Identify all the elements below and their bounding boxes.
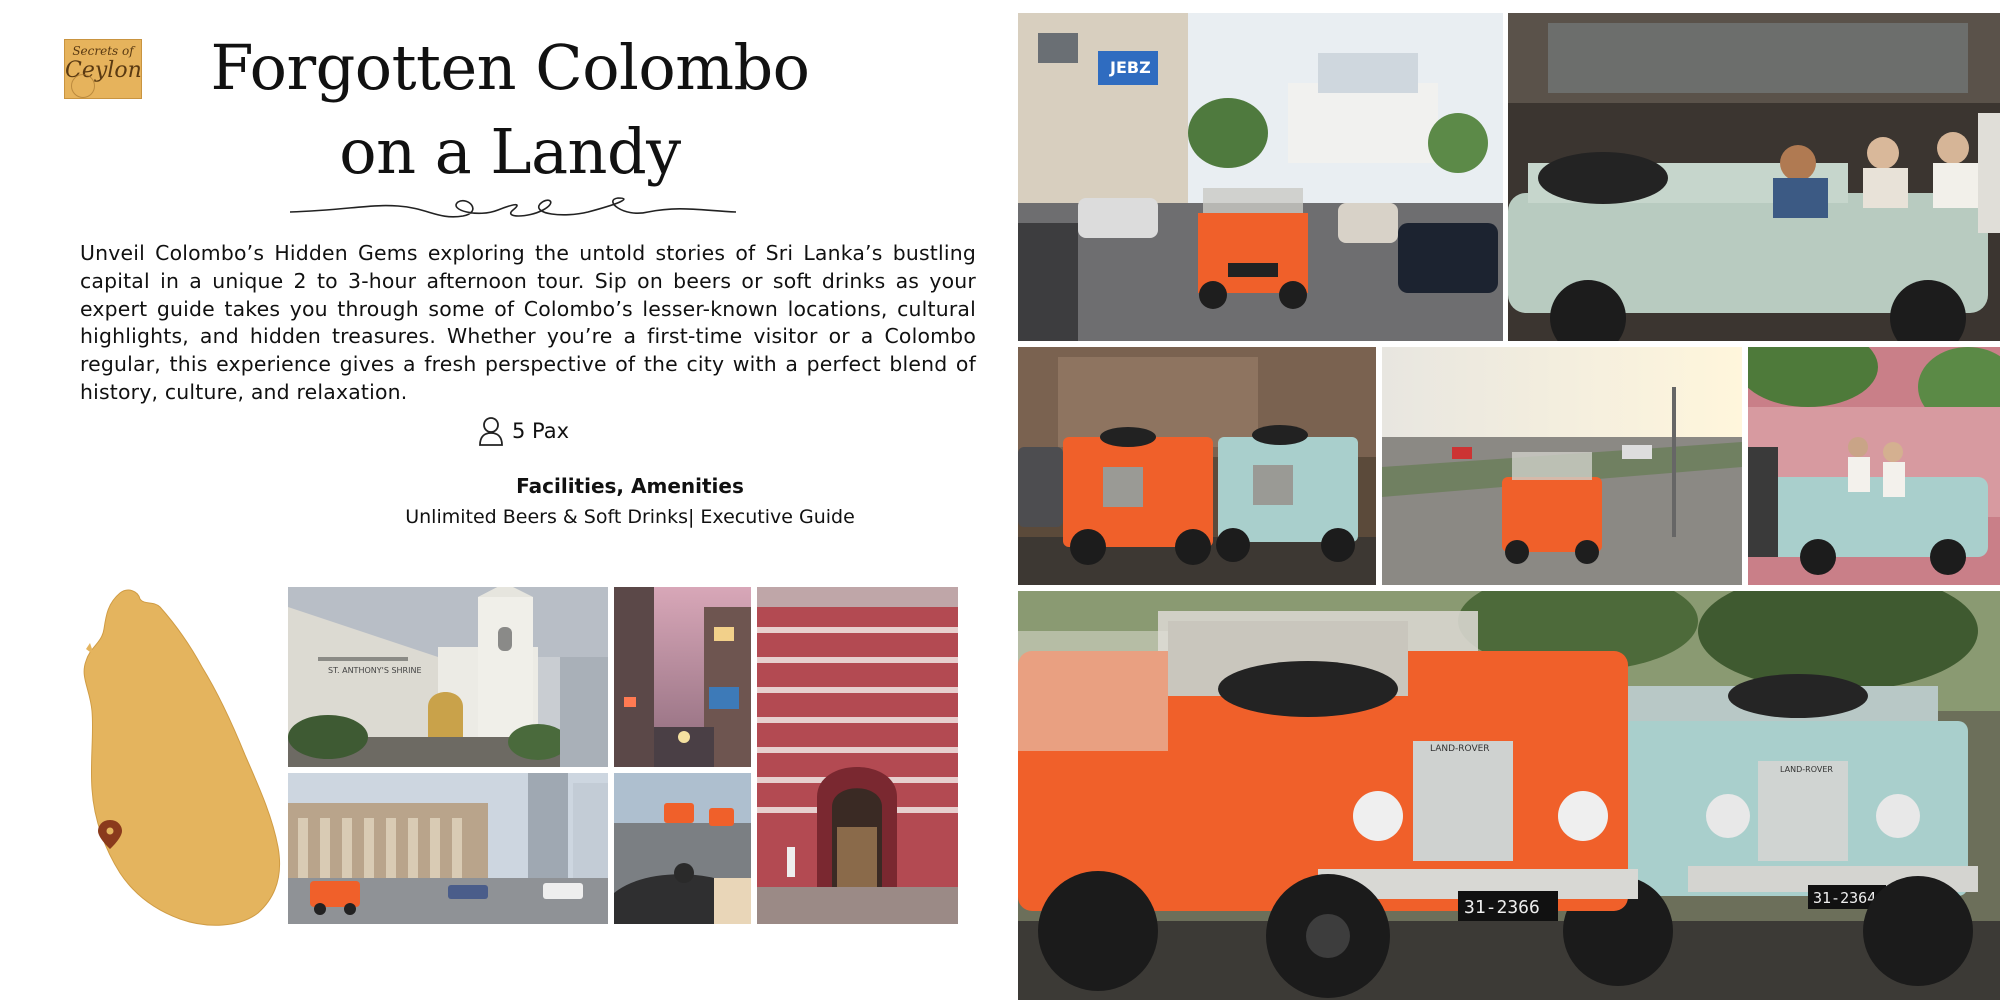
photo-old-parliament [288,773,608,924]
photo-landy-in-traffic: JEBZ [1018,13,1503,341]
tour-description: Unveil Colombo’s Hidden Gems exploring t… [80,241,976,404]
person-icon [479,417,503,446]
photo-landy-on-road [1382,347,1742,585]
pax-label: 5 Pax [512,419,570,443]
street-sign-text: JEBZ [1109,58,1151,77]
photo-hero-landies: 31-2364 LAND-ROVER LAND-ROVER 31-2366 [1018,591,2000,1000]
sri-lanka-map [83,589,281,926]
facilities-heading: Facilities, Amenities [516,474,744,498]
church-sign-text: ST. ANTHONY'S SHRINE [328,666,422,675]
logo-seal-icon [71,74,95,98]
photo-guests-in-landy [1508,13,2000,341]
flourish-divider-icon [289,197,737,218]
page-title: Forgotten Colombo on a Landy [150,26,870,194]
plate-blue-text: 31-2364 [1813,889,1876,907]
photo-red-mosque [757,587,958,924]
logo-line-1: Secrets of [72,44,134,58]
blue-badge-text: LAND-ROVER [1780,765,1833,774]
facilities-text: Unlimited Beers & Soft Drinks| Executive… [405,506,855,528]
photo-landy-interior [614,773,751,924]
photo-orange-and-blue-landy [1018,347,1376,585]
plate-orange-text: 31-2366 [1464,897,1540,918]
photo-st-anthonys-shrine: ST. ANTHONY'S SHRINE [288,587,608,767]
title-line-1: Forgotten Colombo [210,31,811,104]
photo-colombo-street-dusk [614,587,751,767]
pax-info: 5 Pax [478,416,569,446]
photo-boarding-blue-landy [1748,347,2000,585]
orange-badge-text: LAND-ROVER [1430,744,1490,754]
brand-logo: Secrets of Ceylon [64,39,142,99]
title-line-2: on a Landy [339,115,681,188]
